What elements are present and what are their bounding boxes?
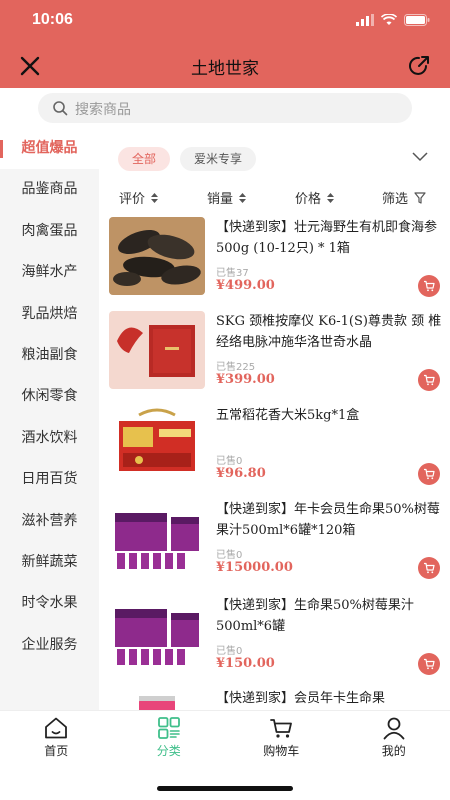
add-to-cart-button[interactable] <box>418 557 440 579</box>
product-name: 【快递到家】壮元海野生有机即食海参 500g (10-12只) * 1箱 <box>216 220 438 256</box>
product-image-juice-set <box>109 499 205 577</box>
sort-price[interactable]: 价格 <box>295 188 335 207</box>
wifi-icon <box>381 14 397 25</box>
product-item[interactable]: 【快递到家】壮元海野生有机即食海参 500g (10-12只) * 1箱 已售3… <box>99 217 450 309</box>
product-name: 【快递到家】年卡会员生命果50%树莓果汁500ml*6罐*120箱 <box>216 502 440 538</box>
home-indicator-area <box>0 766 450 800</box>
tab-profile-label: 我的 <box>381 744 406 758</box>
product-item[interactable]: 五常稻花香大米5kg*1盒 已售0 ¥96.80 <box>99 405 450 497</box>
tab-category[interactable]: 分类 <box>113 711 226 766</box>
home-icon <box>45 717 68 739</box>
sort-bar: 评价 销量 价格 筛选 <box>99 188 450 214</box>
product-image-juice-can <box>109 688 205 710</box>
product-image-rice-box <box>109 405 205 483</box>
sort-filter-label: 筛选 <box>382 192 409 207</box>
sidebar-item[interactable]: 企业服务 <box>0 625 99 666</box>
cart-icon <box>424 658 435 670</box>
sidebar-item[interactable]: 日用百货 <box>0 459 99 500</box>
product-sold-count: 已售37 <box>216 268 249 279</box>
product-item[interactable]: 【快递到家】生命果50%树莓果汁500ml*6罐 已售0 ¥150.00 <box>99 595 450 687</box>
search-placeholder: 搜索商品 <box>75 102 131 118</box>
sort-arrows-icon <box>151 192 159 203</box>
sort-rating-label: 评价 <box>119 192 146 207</box>
chip-all[interactable]: 全部 <box>118 147 171 171</box>
product-sold-count: 已售0 <box>216 646 243 657</box>
page-title: 土地世家 <box>191 59 259 79</box>
sidebar-item[interactable]: 滋补营养 <box>0 501 99 542</box>
search-area: 搜索商品 <box>0 88 450 128</box>
product-item[interactable]: 【快递到家】会员年卡生命果 <box>99 688 450 710</box>
status-icons <box>356 14 430 26</box>
product-price: ¥150.00 <box>216 656 275 671</box>
tab-home[interactable]: 首页 <box>0 711 113 766</box>
sort-arrows-icon <box>327 192 335 203</box>
product-image-sea-cucumber <box>109 217 205 295</box>
sidebar-item[interactable]: 乳品烘焙 <box>0 294 99 335</box>
signal-icon <box>356 14 374 26</box>
cart-icon <box>424 374 435 386</box>
filter-chips: 全部 爱米专享 <box>118 147 257 171</box>
sort-arrows-icon <box>239 192 247 203</box>
tab-cart-label: 购物车 <box>263 744 300 758</box>
battery-icon <box>404 14 430 26</box>
sort-price-label: 价格 <box>295 192 322 207</box>
product-name: 【快递到家】会员年卡生命果 <box>216 691 386 706</box>
product-price: ¥499.00 <box>216 278 275 293</box>
tab-home-label: 首页 <box>44 744 69 758</box>
cart-icon <box>424 468 435 480</box>
category-sidebar: 超值爆品 品鉴商品 肉禽蛋品 海鲜水产 乳品烘焙 粮油副食 休闲零食 酒水饮料 … <box>0 128 99 710</box>
add-to-cart-button[interactable] <box>418 275 440 297</box>
product-price: ¥96.80 <box>216 466 266 481</box>
sort-sales-label: 销量 <box>207 192 234 207</box>
product-name: SKG 颈椎按摩仪 K6-1(S)尊贵款 颈 椎经络电脉冲施华洛世奇水晶 <box>216 314 442 350</box>
sidebar-item[interactable]: 休闲零食 <box>0 376 99 417</box>
navigation-bar: 土地世家 <box>0 44 450 88</box>
sort-rating[interactable]: 评价 <box>119 188 159 207</box>
share-icon[interactable] <box>406 53 432 79</box>
product-item[interactable]: 【快递到家】年卡会员生命果50%树莓果汁500ml*6罐*120箱 已售0 ¥1… <box>99 499 450 591</box>
category-icon <box>157 717 180 739</box>
product-sold-count: 已售225 <box>216 362 256 373</box>
user-icon <box>383 717 405 740</box>
sidebar-item[interactable]: 海鲜水产 <box>0 252 99 293</box>
product-name: 【快递到家】生命果50%树莓果汁500ml*6罐 <box>216 598 414 634</box>
product-sold-count: 已售0 <box>216 456 243 467</box>
sidebar-item[interactable]: 酒水饮料 <box>0 418 99 459</box>
product-name: 五常稻花香大米5kg*1盒 <box>216 408 360 423</box>
status-bar: 10:06 <box>0 0 450 44</box>
chip-aimi-exclusive[interactable]: 爱米专享 <box>180 147 257 171</box>
home-indicator[interactable] <box>157 786 293 791</box>
sidebar-item[interactable]: 粮油副食 <box>0 335 99 376</box>
product-price: ¥15000.00 <box>216 560 293 575</box>
tab-profile[interactable]: 我的 <box>338 711 450 766</box>
chevron-down-icon[interactable] <box>412 152 428 162</box>
sidebar-item[interactable]: 新鲜蔬菜 <box>0 542 99 583</box>
cart-icon <box>270 719 293 738</box>
product-image-juice-set <box>109 595 205 673</box>
cart-icon <box>424 280 435 292</box>
add-to-cart-button[interactable] <box>418 369 440 391</box>
add-to-cart-button[interactable] <box>418 463 440 485</box>
sidebar-item[interactable]: 品鉴商品 <box>0 169 99 210</box>
tab-category-label: 分类 <box>156 744 181 758</box>
add-to-cart-button[interactable] <box>418 653 440 675</box>
product-item[interactable]: SKG 颈椎按摩仪 K6-1(S)尊贵款 颈 椎经络电脉冲施华洛世奇水晶 已售2… <box>99 311 450 403</box>
product-price: ¥399.00 <box>216 372 275 387</box>
product-sold-count: 已售0 <box>216 550 243 561</box>
search-icon <box>53 101 68 116</box>
sort-filter[interactable]: 筛选 <box>382 188 426 207</box>
status-time: 10:06 <box>32 11 73 28</box>
sidebar-item[interactable]: 肉禽蛋品 <box>0 211 99 252</box>
search-input[interactable]: 搜索商品 <box>38 93 412 123</box>
product-image-massager <box>109 311 205 389</box>
tab-cart[interactable]: 购物车 <box>225 711 338 766</box>
sort-sales[interactable]: 销量 <box>207 188 247 207</box>
filter-funnel-icon <box>414 191 426 204</box>
bottom-tab-bar: 首页 分类 购物车 我的 <box>0 710 450 766</box>
cart-icon <box>424 562 435 574</box>
sidebar-item[interactable]: 时令水果 <box>0 583 99 624</box>
sidebar-item[interactable]: 超值爆品 <box>0 128 99 170</box>
product-panel: 全部 爱米专享 评价 销量 价格 筛选 【快递到家】壮元海野生有机即食海参 50… <box>99 128 450 710</box>
